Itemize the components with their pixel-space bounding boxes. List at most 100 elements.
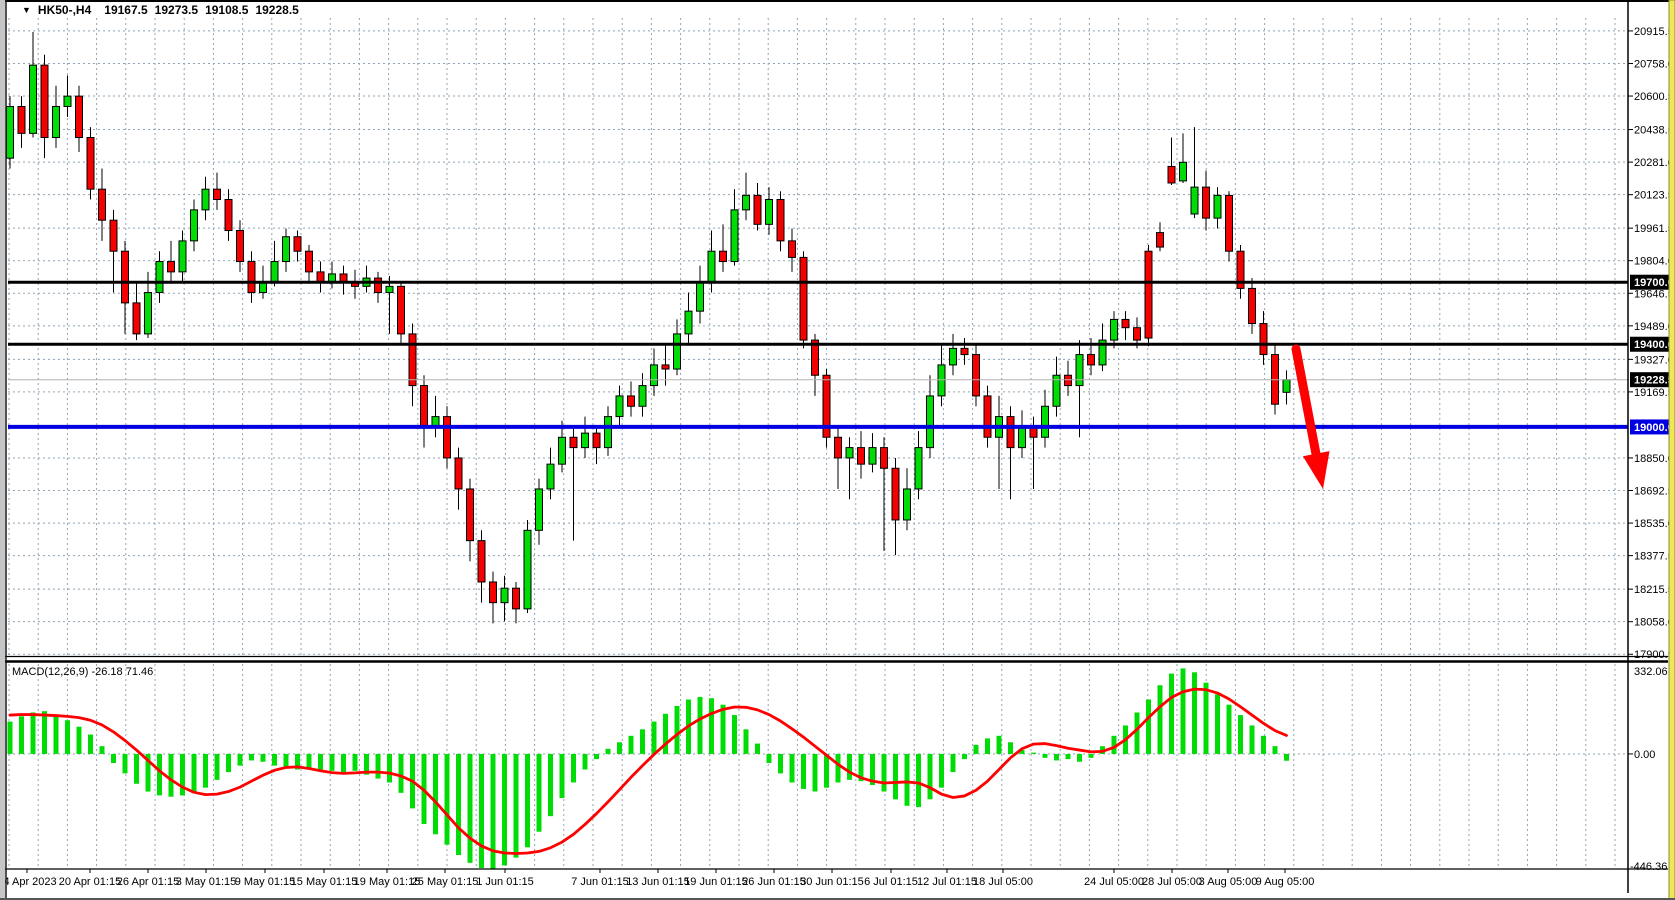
macd-histogram-bar (456, 754, 461, 855)
candlestick (1007, 417, 1014, 448)
macd-histogram-bar (1250, 725, 1255, 754)
price-axis-label: 18058.0 (1634, 617, 1674, 629)
candlestick (421, 386, 428, 427)
price-axis-label: 19489.0 (1634, 321, 1674, 333)
macd-histogram-bar (261, 754, 266, 762)
time-axis-label: 9 Aug 05:00 (1256, 876, 1315, 888)
macd-histogram-bar (479, 754, 484, 868)
macd-histogram-bar (767, 754, 772, 763)
candlestick (743, 195, 750, 209)
price-axis-label: 20758.0 (1634, 58, 1674, 70)
time-axis-label: 20 Apr 01:15 (59, 876, 121, 888)
candlestick (260, 282, 267, 292)
candlestick (99, 189, 106, 220)
macd-histogram-bar (606, 749, 611, 754)
candlestick (582, 433, 589, 447)
macd-histogram-bar (226, 754, 231, 772)
symbol-dropdown-icon[interactable]: ▼ (22, 6, 31, 15)
macd-histogram-bar (445, 754, 450, 845)
candlestick (398, 286, 405, 334)
down-arrow-shaft[interactable] (1296, 349, 1316, 454)
candlestick (168, 262, 175, 272)
candlestick (869, 448, 876, 465)
macd-histogram-bar (594, 754, 599, 759)
price-axis-label: 17900.5 (1634, 649, 1674, 661)
macd-histogram-bar (215, 754, 220, 780)
macd-histogram-bar (88, 735, 93, 754)
time-axis-label: 3 May 01:15 (176, 876, 237, 888)
price-chart-canvas[interactable]: 20915.520758.020600.520438.520281.020123… (0, 0, 1675, 900)
macd-histogram-bar (560, 754, 565, 798)
candlestick (306, 251, 313, 272)
candlestick (766, 200, 773, 225)
candlestick (18, 106, 25, 133)
candlestick (386, 286, 393, 292)
candlestick (1180, 162, 1187, 181)
candlestick (478, 541, 485, 582)
macd-histogram-bar (42, 711, 47, 754)
macd-histogram-bar (1192, 672, 1197, 754)
macd-histogram-bar (353, 754, 358, 771)
macd-histogram-bar (387, 754, 392, 783)
macd-indicator-label: MACD(12,26,9) -26.18 71.46 (12, 666, 153, 678)
macd-histogram-bar (893, 754, 898, 799)
macd-histogram-bar (709, 698, 714, 754)
macd-histogram-bar (721, 705, 726, 754)
price-label-support: 19400.0 (1634, 339, 1674, 351)
candlestick (881, 448, 888, 469)
macd-histogram-bar (1273, 746, 1278, 754)
candlestick (1065, 375, 1072, 385)
macd-histogram-bar (318, 754, 323, 770)
candlestick (271, 262, 278, 283)
macd-histogram-bar (847, 754, 852, 780)
candlestick (283, 237, 290, 262)
price-axis-label: 18692.5 (1634, 486, 1674, 498)
candlestick (248, 262, 255, 293)
candlestick (1122, 319, 1129, 327)
candlestick (53, 106, 60, 137)
macd-histogram-bar (192, 754, 197, 793)
candlestick (628, 396, 635, 406)
candlestick (616, 396, 623, 417)
ohlc-close: 19228.5 (255, 3, 298, 17)
down-arrow-head[interactable] (1303, 451, 1330, 489)
candlestick (490, 582, 497, 603)
macd-histogram-bar (502, 754, 507, 865)
macd-histogram-bar (824, 754, 829, 788)
candlestick (110, 220, 117, 251)
time-axis-label: 18 Jul 05:00 (973, 876, 1033, 888)
candlestick (662, 365, 669, 369)
macd-histogram-bar (974, 745, 979, 754)
time-axis-label: 14 Apr 2023 (0, 876, 57, 888)
window-edge-left (0, 0, 5, 900)
candlestick (605, 417, 612, 448)
candlestick (294, 237, 301, 251)
candlestick (674, 334, 681, 369)
macd-histogram-bar (916, 754, 921, 807)
macd-histogram-bar (985, 738, 990, 754)
candlestick (1157, 233, 1164, 247)
macd-max-label: 332.06 (1634, 666, 1668, 678)
candlestick (1214, 195, 1221, 218)
macd-histogram-bar (272, 754, 277, 766)
macd-histogram-bar (249, 754, 254, 760)
macd-histogram-bar (698, 697, 703, 754)
candlestick (145, 293, 152, 334)
macd-histogram-bar (1146, 700, 1151, 754)
macd-histogram-bar (134, 754, 139, 784)
macd-histogram-bar (1077, 754, 1082, 762)
time-axis-label: 12 Jul 01:15 (917, 876, 977, 888)
macd-histogram-bar (548, 754, 553, 816)
candlestick (720, 251, 727, 261)
macd-histogram-bar (675, 706, 680, 754)
candlestick (938, 365, 945, 396)
macd-histogram-bar (583, 754, 588, 770)
macd-histogram-bar (1031, 753, 1036, 754)
candlestick (697, 282, 704, 311)
candlestick (1042, 406, 1049, 437)
time-axis-label: 25 May 01:15 (412, 876, 479, 888)
time-axis-label: 15 May 01:15 (291, 876, 358, 888)
macd-histogram-bar (54, 715, 59, 754)
macd-histogram-bar (525, 754, 530, 847)
macd-histogram-bar (31, 712, 36, 753)
